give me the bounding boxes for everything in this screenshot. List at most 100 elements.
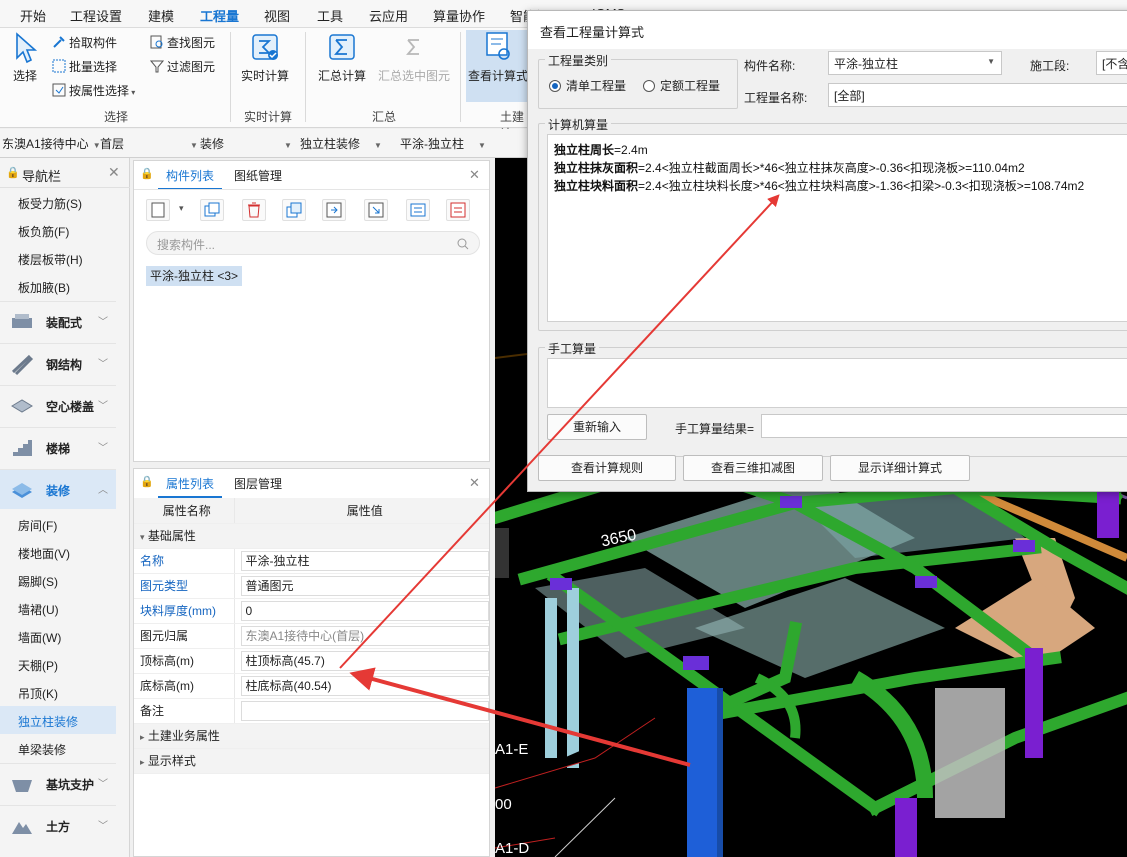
menu-cloud[interactable]: 云应用	[369, 6, 408, 25]
nav-category-hollow-floor[interactable]: 空心楼盖 ﹀	[0, 385, 116, 425]
attr-value[interactable]: 普通图元	[240, 575, 489, 596]
nav-category-earthwork[interactable]: 土方 ﹀	[0, 805, 116, 845]
quantity-type-label: 工程量类别	[545, 52, 612, 69]
nav-subitem[interactable]: 楼地面(V)	[18, 545, 70, 562]
nav-category-prefab[interactable]: 装配式 ﹀	[0, 301, 116, 341]
chevron-down-icon[interactable]: ▾	[179, 203, 184, 214]
tab-attribute-list[interactable]: 属性列表	[158, 475, 223, 498]
category-select[interactable]: 装修 ▼	[200, 135, 292, 152]
manual-input-area[interactable]	[547, 358, 1127, 408]
summary-selected-button[interactable]: 汇总选中图元	[374, 32, 454, 84]
pin-icon[interactable]: 🔒	[140, 475, 154, 488]
tab-drawing-management[interactable]: 图纸管理	[226, 167, 290, 184]
section-civil[interactable]: ▸ 土建业务属性	[134, 723, 489, 749]
nav-category-label: 装修	[46, 484, 71, 498]
sigma-disabled-icon	[406, 39, 419, 55]
layer-copy-button[interactable]	[282, 199, 306, 221]
component-search-input[interactable]: 搜索构件...	[146, 231, 480, 255]
filter-element-button[interactable]: 过滤图元	[149, 58, 215, 75]
attr-value[interactable]	[240, 700, 489, 721]
dialog-titlebar[interactable]: 查看工程量计算式	[528, 11, 1127, 49]
export-button[interactable]	[364, 199, 388, 221]
attr-select-button[interactable]: 按属性选择 ▾	[52, 82, 135, 99]
type-select[interactable]: 独立柱装修 ▼	[300, 135, 382, 152]
component-name-select[interactable]: 平涂-独立柱 ▼	[828, 51, 1002, 75]
find-element-button[interactable]: 查找图元	[150, 34, 215, 51]
show-detail-formula-button[interactable]: 显示详细计算式	[830, 455, 970, 481]
attr-name: 顶标高(m)	[134, 648, 234, 674]
component-name-value: 平涂-独立柱	[834, 57, 898, 71]
view-3d-deduction-button[interactable]: 查看三维扣减图	[683, 455, 823, 481]
pick-component-button[interactable]: 拾取构件	[52, 34, 117, 51]
select-button[interactable]: 选择	[8, 32, 42, 84]
realtime-calc-label: 实时计算	[240, 69, 289, 83]
attr-value[interactable]: 柱顶标高(45.7)	[240, 650, 489, 671]
summary-calc-button[interactable]: 汇总计算	[314, 32, 370, 84]
nav-subitem[interactable]: 房间(F)	[18, 517, 57, 534]
delete-component-button[interactable]	[242, 199, 266, 221]
nav-subitem[interactable]: 墙裙(U)	[18, 601, 59, 618]
menu-start[interactable]: 开始	[20, 6, 46, 25]
attribute-panel: 🔒 属性列表 图层管理 ✕ 属性名称 属性值 ▾ 基础属性 名称 平涂-独立柱 图元…	[133, 468, 490, 857]
close-icon[interactable]: ✕	[469, 167, 480, 183]
nav-item[interactable]: 板负筋(F)	[18, 223, 69, 240]
attr-button[interactable]	[406, 199, 430, 221]
menu-collab[interactable]: 算量协作	[433, 6, 485, 25]
close-icon[interactable]: ✕	[469, 475, 480, 491]
new-component-button[interactable]	[146, 199, 170, 221]
menu-view[interactable]: 视图	[264, 6, 290, 25]
radio-quota-quantity[interactable]: 定额工程量	[643, 77, 720, 94]
menu-quantities[interactable]: 工程量	[200, 6, 240, 31]
nav-category-steel[interactable]: 钢结构 ﹀	[0, 343, 116, 383]
chevron-down-icon: ▼	[374, 141, 382, 150]
nav-item[interactable]: 板加腋(B)	[18, 279, 70, 296]
nav-category-decoration[interactable]: 装修 ︿	[0, 469, 116, 509]
view-rules-button[interactable]: 查看计算规则	[538, 455, 676, 481]
menu-tools[interactable]: 工具	[317, 6, 343, 25]
formula-text-area[interactable]: 独立柱周长=2.4m 独立柱抹灰面积=2.4<独立柱截面周长>*46<独立柱抹灰…	[547, 134, 1127, 322]
reinput-button[interactable]: 重新输入	[547, 414, 647, 440]
tab-layer-management[interactable]: 图层管理	[226, 475, 290, 492]
menu-project-settings[interactable]: 工程设置	[70, 6, 122, 25]
close-icon[interactable]: ✕	[108, 164, 120, 181]
nav-subitem-active[interactable]: 独立柱装修	[18, 713, 78, 730]
pin-icon[interactable]: 🔒	[6, 166, 20, 179]
batch-select-button[interactable]: 批量选择	[52, 58, 117, 75]
nav-category-stairs[interactable]: 楼梯 ﹀	[0, 427, 116, 467]
nav-subitem[interactable]: 吊顶(K)	[18, 685, 58, 702]
earthwork-icon	[12, 822, 32, 834]
realtime-calc-button[interactable]: 实时计算	[238, 32, 292, 84]
component-select[interactable]: 平涂-独立柱 ▼	[400, 135, 486, 152]
nav-subitem[interactable]: 单梁装修	[18, 741, 66, 758]
nav-title: 导航栏	[22, 169, 62, 184]
col-attr-value: 属性值	[233, 498, 489, 524]
attr-name: 图元归属	[134, 623, 234, 649]
copy-component-button[interactable]	[200, 199, 224, 221]
nav-item[interactable]: 板受力筋(S)	[18, 195, 82, 212]
radio-list-quantity[interactable]: 清单工程量	[549, 77, 626, 94]
section-display[interactable]: ▸ 显示样式	[134, 748, 489, 774]
view-formula-button[interactable]: 查看计算式	[466, 30, 530, 102]
nav-subitem[interactable]: 墙面(W)	[18, 629, 61, 646]
attr-value[interactable]: 柱底标高(40.54)	[240, 675, 489, 696]
floor-select[interactable]: 首层 ▼	[100, 135, 198, 152]
nav-subitem[interactable]: 天棚(P)	[18, 657, 58, 674]
import-button[interactable]	[322, 199, 346, 221]
view-formula-label: 查看计算式	[467, 69, 528, 83]
manual-result-field[interactable]	[761, 414, 1127, 438]
construction-select[interactable]: [不含	[1096, 51, 1127, 75]
component-list-panel: 🔒 构件列表 图纸管理 ✕ ▾ 搜索构件... 平涂-独立柱 <3>	[133, 160, 490, 462]
report-button[interactable]	[446, 199, 470, 221]
nav-category-pit[interactable]: 基坑支护 ﹀	[0, 763, 116, 803]
project-select[interactable]: 东澳A1接待中心 ▼	[2, 135, 101, 152]
component-list-item[interactable]: 平涂-独立柱 <3>	[146, 266, 243, 286]
attr-value[interactable]: 0	[240, 600, 489, 621]
quantity-name-select[interactable]: [全部]	[828, 83, 1127, 107]
section-basic[interactable]: ▾ 基础属性	[134, 523, 489, 549]
menu-modeling[interactable]: 建模	[148, 6, 174, 25]
nav-subitem[interactable]: 踢脚(S)	[18, 573, 58, 590]
nav-item[interactable]: 楼层板带(H)	[18, 251, 83, 268]
attr-value[interactable]: 平涂-独立柱	[240, 550, 489, 571]
tab-component-list[interactable]: 构件列表	[158, 167, 223, 190]
pin-icon[interactable]: 🔒	[140, 167, 154, 180]
